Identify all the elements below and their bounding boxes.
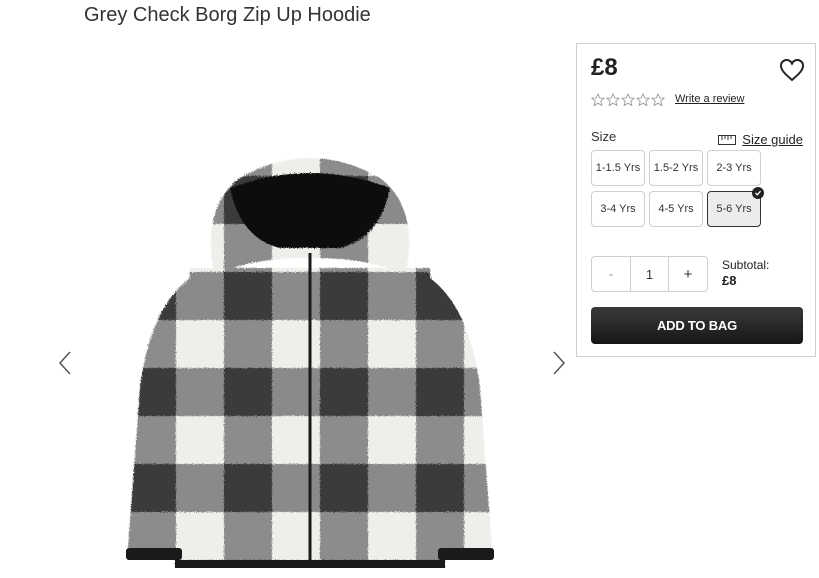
quantity-increase-button[interactable]: +	[669, 257, 707, 291]
chevron-right-icon	[553, 351, 566, 375]
size-option[interactable]: 3-4 Yrs	[591, 191, 645, 227]
size-option[interactable]: 1-1.5 Yrs	[591, 150, 645, 186]
size-option-selected[interactable]: 5-6 Yrs	[707, 187, 764, 227]
size-label: Size	[591, 129, 617, 144]
star-icon	[651, 93, 665, 107]
chevron-left-icon	[58, 351, 71, 375]
write-review-link[interactable]: Write a review	[675, 93, 744, 105]
star-icon	[606, 93, 620, 107]
product-title: Grey Check Borg Zip Up Hoodie	[84, 4, 371, 26]
gallery-next-button[interactable]	[548, 350, 568, 376]
size-option[interactable]: 2-3 Yrs	[707, 150, 761, 186]
star-icon	[591, 93, 605, 107]
size-options: 1-1.5 Yrs 1.5-2 Yrs 2-3 Yrs 3-4 Yrs 4-5 …	[591, 150, 766, 227]
buy-box: £8 Write a review Size Size guide 1-1.5 …	[576, 43, 816, 357]
star-icon	[621, 93, 635, 107]
checkmark-icon	[752, 187, 764, 199]
add-to-bag-button[interactable]: ADD TO BAG	[591, 307, 803, 344]
quantity-value[interactable]: 1	[630, 257, 669, 291]
price: £8	[591, 54, 618, 81]
size-option[interactable]: 1.5-2 Yrs	[649, 150, 703, 186]
gallery-prev-button[interactable]	[56, 350, 76, 376]
size-guide-link[interactable]: Size guide	[718, 132, 803, 147]
quantity-stepper: - 1 +	[591, 256, 708, 292]
subtotal-value: £8	[722, 273, 737, 288]
ruler-icon	[718, 134, 737, 145]
product-image	[126, 158, 494, 568]
rating-stars	[591, 93, 665, 107]
heart-icon	[779, 58, 805, 82]
subtotal-label: Subtotal:	[722, 258, 770, 272]
star-icon	[636, 93, 650, 107]
size-guide-label: Size guide	[742, 132, 803, 147]
size-option[interactable]: 4-5 Yrs	[649, 191, 703, 227]
subtotal: Subtotal: £8	[722, 258, 769, 288]
wishlist-button[interactable]	[779, 58, 805, 82]
size-option-label: 5-6 Yrs	[716, 203, 752, 215]
product-gallery	[40, 40, 580, 578]
quantity-decrease-button[interactable]: -	[592, 257, 630, 291]
